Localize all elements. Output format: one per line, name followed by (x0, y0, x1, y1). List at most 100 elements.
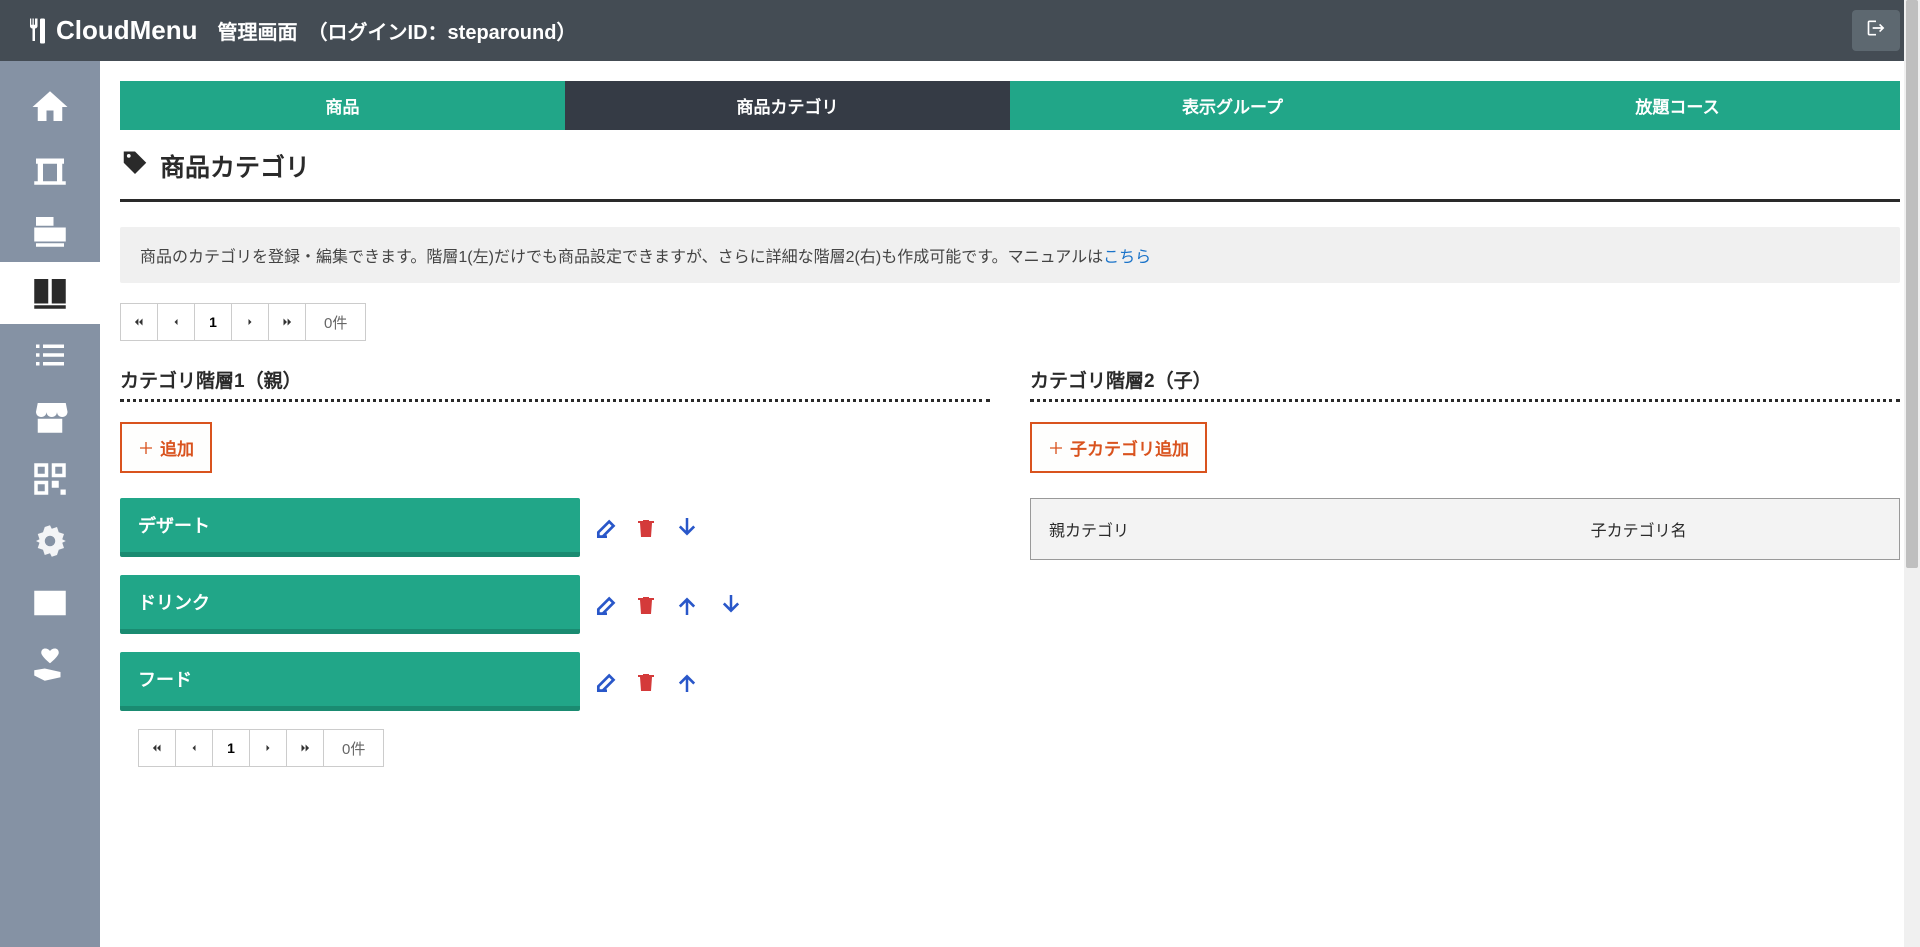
scrollbar-thumb[interactable] (1906, 0, 1918, 568)
columns: カテゴリ階層1（親） 追加 デザート (120, 366, 1900, 792)
page-next-button[interactable] (249, 729, 287, 767)
logout-button[interactable] (1852, 10, 1900, 51)
table-header-child: 子カテゴリ名 (1378, 499, 1899, 559)
move-down-button[interactable] (716, 590, 746, 620)
sidebar-item-menu[interactable] (0, 262, 100, 324)
arrow-down-icon (672, 513, 702, 543)
page-first-button[interactable] (138, 729, 176, 767)
move-up-button[interactable] (672, 667, 702, 697)
category-row: ドリンク (120, 575, 990, 634)
double-right-icon (298, 741, 312, 755)
main-content: 商品 商品カテゴリ 表示グループ 放題コース 商品カテゴリ 商品のカテゴリを登録… (100, 61, 1920, 947)
left-column: カテゴリ階層1（親） 追加 デザート (120, 366, 990, 792)
manual-link[interactable]: こちら (1103, 249, 1151, 266)
page-title-row: 商品カテゴリ (120, 148, 1900, 202)
left-column-title: カテゴリ階層1（親） (120, 366, 990, 393)
pagination-bottom: 1 0件 (138, 729, 990, 767)
page-last-button[interactable] (286, 729, 324, 767)
divider (1030, 399, 1900, 402)
logo-icon (20, 16, 50, 46)
sidebar-item-store[interactable] (0, 386, 100, 448)
store-icon (29, 396, 71, 438)
page-prev-button[interactable] (175, 729, 213, 767)
sidebar-item-list[interactable] (0, 324, 100, 386)
right-column: カテゴリ階層2（子） 子カテゴリ追加 親カテゴリ 子カテゴリ名 (1030, 366, 1900, 792)
left-icon (188, 742, 200, 754)
delete-button[interactable] (634, 516, 658, 540)
sidebar-item-home[interactable] (0, 76, 100, 138)
tag-icon (120, 149, 150, 184)
table-icon (29, 148, 71, 190)
arrow-up-icon (672, 667, 702, 697)
move-down-button[interactable] (672, 513, 702, 543)
category-row: デザート (120, 498, 990, 557)
page-number[interactable]: 1 (194, 303, 232, 341)
sidebar-item-table[interactable] (0, 138, 100, 200)
double-right-icon (280, 315, 294, 329)
add-child-category-button[interactable]: 子カテゴリ追加 (1030, 422, 1207, 473)
arrow-up-icon (672, 590, 702, 620)
edit-button[interactable] (594, 515, 620, 541)
double-left-icon (150, 741, 164, 755)
double-left-icon (132, 315, 146, 329)
edit-icon (594, 592, 620, 618)
tab-products[interactable]: 商品 (120, 81, 565, 130)
edit-button[interactable] (594, 592, 620, 618)
delete-button[interactable] (634, 670, 658, 694)
edit-button[interactable] (594, 669, 620, 695)
sidebar-item-qr[interactable] (0, 448, 100, 510)
header-title: 管理画面 （ログインID：steparound） (218, 16, 577, 45)
sidebar-item-support[interactable] (0, 634, 100, 696)
category-row: フード (120, 652, 990, 711)
category-item-dessert[interactable]: デザート (120, 498, 580, 557)
sidebar (0, 61, 100, 947)
tab-product-category[interactable]: 商品カテゴリ (565, 81, 1010, 130)
book-icon (29, 272, 71, 314)
plus-icon (1048, 440, 1064, 456)
qr-icon (29, 458, 71, 500)
page-title: 商品カテゴリ (160, 148, 310, 184)
logo-text: CloudMenu (56, 15, 198, 46)
page-first-button[interactable] (120, 303, 158, 341)
edit-icon (594, 515, 620, 541)
page-prev-button[interactable] (157, 303, 195, 341)
move-up-button[interactable] (672, 590, 702, 620)
app-header: CloudMenu 管理画面 （ログインID：steparound） (0, 0, 1920, 61)
page-count: 0件 (323, 729, 384, 767)
home-icon (29, 86, 71, 128)
left-icon (170, 316, 182, 328)
plus-icon (138, 440, 154, 456)
action-icons (594, 667, 702, 697)
divider (120, 399, 990, 402)
right-column-title: カテゴリ階層2（子） (1030, 366, 1900, 393)
gear-icon (29, 520, 71, 562)
id-card-icon (29, 582, 71, 624)
sidebar-item-card[interactable] (0, 572, 100, 634)
info-box: 商品のカテゴリを登録・編集できます。階層1(左)だけでも商品設定できますが、さら… (120, 227, 1900, 283)
page-last-button[interactable] (268, 303, 306, 341)
pagination-top: 1 0件 (120, 303, 1900, 341)
logo: CloudMenu (20, 15, 198, 46)
category-item-drink[interactable]: ドリンク (120, 575, 580, 634)
page-container: 商品 商品カテゴリ 表示グループ 放題コース 商品カテゴリ 商品のカテゴリを登録… (0, 61, 1920, 947)
list-icon (29, 334, 71, 376)
hand-heart-icon (29, 644, 71, 686)
sidebar-item-settings[interactable] (0, 510, 100, 572)
trash-icon (634, 593, 658, 617)
trash-icon (634, 516, 658, 540)
cash-register-icon (29, 210, 71, 252)
delete-button[interactable] (634, 593, 658, 617)
category-item-food[interactable]: フード (120, 652, 580, 711)
child-table-header: 親カテゴリ 子カテゴリ名 (1030, 498, 1900, 560)
sidebar-item-register[interactable] (0, 200, 100, 262)
page-number[interactable]: 1 (212, 729, 250, 767)
tab-display-group[interactable]: 表示グループ (1010, 81, 1455, 130)
page-next-button[interactable] (231, 303, 269, 341)
tabs: 商品 商品カテゴリ 表示グループ 放題コース (120, 81, 1900, 130)
scrollbar[interactable] (1904, 0, 1920, 947)
action-icons (594, 513, 702, 543)
arrow-down-icon (716, 590, 746, 620)
action-icons (594, 590, 746, 620)
tab-course[interactable]: 放題コース (1455, 81, 1900, 130)
add-category-button[interactable]: 追加 (120, 422, 212, 473)
